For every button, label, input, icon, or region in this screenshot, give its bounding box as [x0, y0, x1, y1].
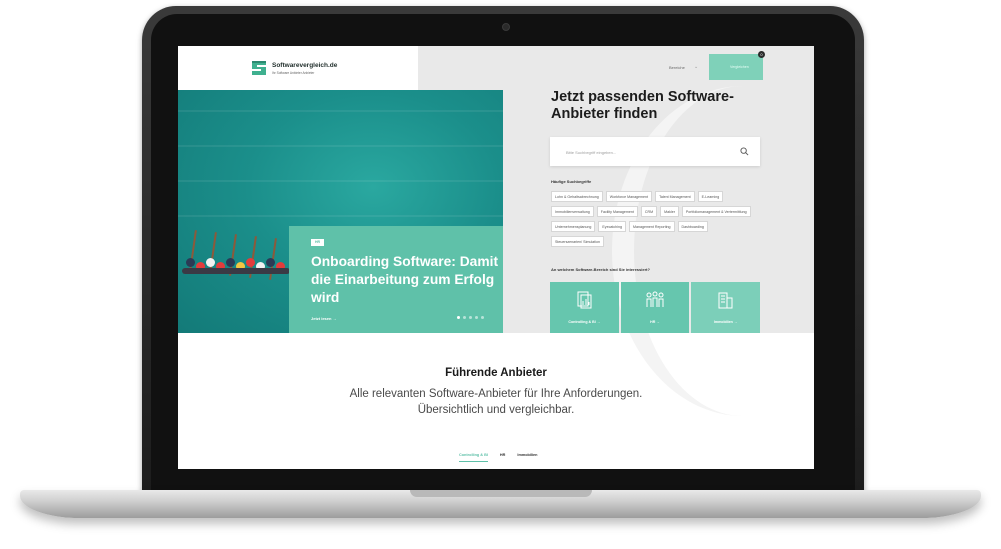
- logo-s-icon: [252, 61, 266, 75]
- compare-button-label[interactable]: Vergleichen: [730, 65, 749, 69]
- logo-area[interactable]: Softwarevergleich.de Ihr Software Anbiet…: [178, 46, 418, 90]
- frequent-searches-label: Häufige Suchbegriffe: [551, 179, 592, 184]
- building-icon: [718, 292, 733, 309]
- search-chip[interactable]: CRM: [640, 206, 658, 217]
- category-tiles: Controlling & BI → HR → Immobilien →: [550, 282, 761, 333]
- tile-label: Immobilien →: [713, 320, 738, 324]
- tile-label: Controlling & BI →: [568, 320, 601, 324]
- rower: [186, 258, 195, 267]
- carousel-dot[interactable]: [457, 316, 460, 319]
- water-texture: [178, 145, 503, 147]
- search-input[interactable]: [566, 149, 716, 155]
- search-chip[interactable]: Dashboarding: [677, 221, 708, 232]
- tile-hr[interactable]: HR →: [620, 282, 690, 333]
- search-chip[interactable]: Portfoliomanagement & Vertermittlung: [681, 206, 751, 217]
- tile-immobilien[interactable]: Immobilien →: [691, 282, 761, 333]
- carousel-dot[interactable]: [475, 316, 478, 319]
- rower: [226, 258, 235, 267]
- site-header: Softwarevergleich.de Ihr Software Anbiet…: [178, 46, 814, 90]
- carousel-dot[interactable]: [463, 316, 466, 319]
- section-subtitle-line: Alle relevanten Software-Anbieter für Ih…: [349, 388, 643, 400]
- search-chip[interactable]: Unternehmensplanung: [551, 221, 596, 232]
- logo-subtitle: Ihr Software Anbieter Anbieter: [272, 71, 315, 75]
- search-chip[interactable]: Workforce Management: [605, 191, 653, 202]
- laptop-mockup: Softwarevergleich.de Ihr Software Anbiet…: [0, 0, 1001, 549]
- search-chip[interactable]: Lohn & Gehaltsabrechnung: [551, 191, 603, 202]
- water-texture: [178, 180, 503, 182]
- tile-label: HR →: [650, 320, 660, 324]
- search-chip[interactable]: E-Learning: [697, 191, 724, 202]
- search-chip[interactable]: Eyecatching: [598, 221, 626, 232]
- document-chart-icon: [577, 291, 592, 309]
- section-title: Führende Anbieter: [445, 367, 547, 379]
- logo-text: Softwarevergleich.de: [272, 62, 338, 69]
- provider-tabs: Controlling & BI HR Immobilien: [459, 453, 537, 462]
- water-texture: [178, 110, 503, 112]
- search-chip[interactable]: Management Reporting: [628, 221, 675, 232]
- search-chip[interactable]: Facility Management: [596, 206, 638, 217]
- search-chip[interactable]: Steuerszenarien/ Simulation: [551, 236, 604, 247]
- laptop-screen: Softwarevergleich.de Ihr Software Anbiet…: [178, 46, 814, 469]
- compare-count-badge: 0: [758, 51, 765, 58]
- rowing-boat-image: [182, 230, 292, 300]
- carousel-dot[interactable]: [481, 316, 484, 319]
- category-tag: HR: [311, 239, 324, 246]
- boat-hull: [182, 268, 290, 274]
- tab-hr[interactable]: HR: [500, 453, 505, 462]
- search-chip[interactable]: Makler: [660, 206, 679, 217]
- search-box[interactable]: [550, 137, 760, 166]
- tile-controlling-bi[interactable]: Controlling & BI →: [550, 282, 619, 333]
- search-chips: Lohn & Gehaltsabrechnung Workforce Manage…: [551, 191, 763, 247]
- chevron-down-icon[interactable]: ⌄: [694, 64, 698, 70]
- rower: [246, 258, 255, 267]
- water-texture: [178, 215, 503, 217]
- search-chip[interactable]: Talent Management: [655, 191, 695, 202]
- area-question-label: An welchem Software-Bereich sind Sie int…: [551, 267, 650, 272]
- carousel-dots: [457, 316, 484, 319]
- webcam-icon: [502, 23, 510, 31]
- tab-immobilien[interactable]: Immobilien: [517, 453, 537, 462]
- nav-bereiche[interactable]: Bereiche: [669, 65, 685, 70]
- search-icon[interactable]: [740, 147, 749, 156]
- tab-controlling-bi[interactable]: Controlling & BI: [459, 453, 488, 462]
- rower: [206, 258, 215, 267]
- read-more-link[interactable]: Jetzt lesen →: [311, 316, 337, 321]
- people-group-icon: [646, 291, 664, 307]
- section-subtitle-line: Übersichtlich und vergleichbar.: [417, 404, 575, 416]
- hero-headline: Jetzt passenden Software-Anbieter finden: [551, 89, 734, 122]
- rower: [266, 258, 275, 267]
- search-chip[interactable]: Immobilienverwaltung: [551, 206, 594, 217]
- featured-article-card[interactable]: HR Onboarding Software: Damit die Einarb…: [289, 226, 503, 333]
- laptop-hinge-notch: [410, 490, 592, 497]
- carousel-dot[interactable]: [469, 316, 472, 319]
- article-title[interactable]: Onboarding Software: Damit die Einarbeit…: [311, 253, 501, 307]
- section-subtitle: Alle relevanten Software-Anbieter für Ih…: [178, 386, 814, 418]
